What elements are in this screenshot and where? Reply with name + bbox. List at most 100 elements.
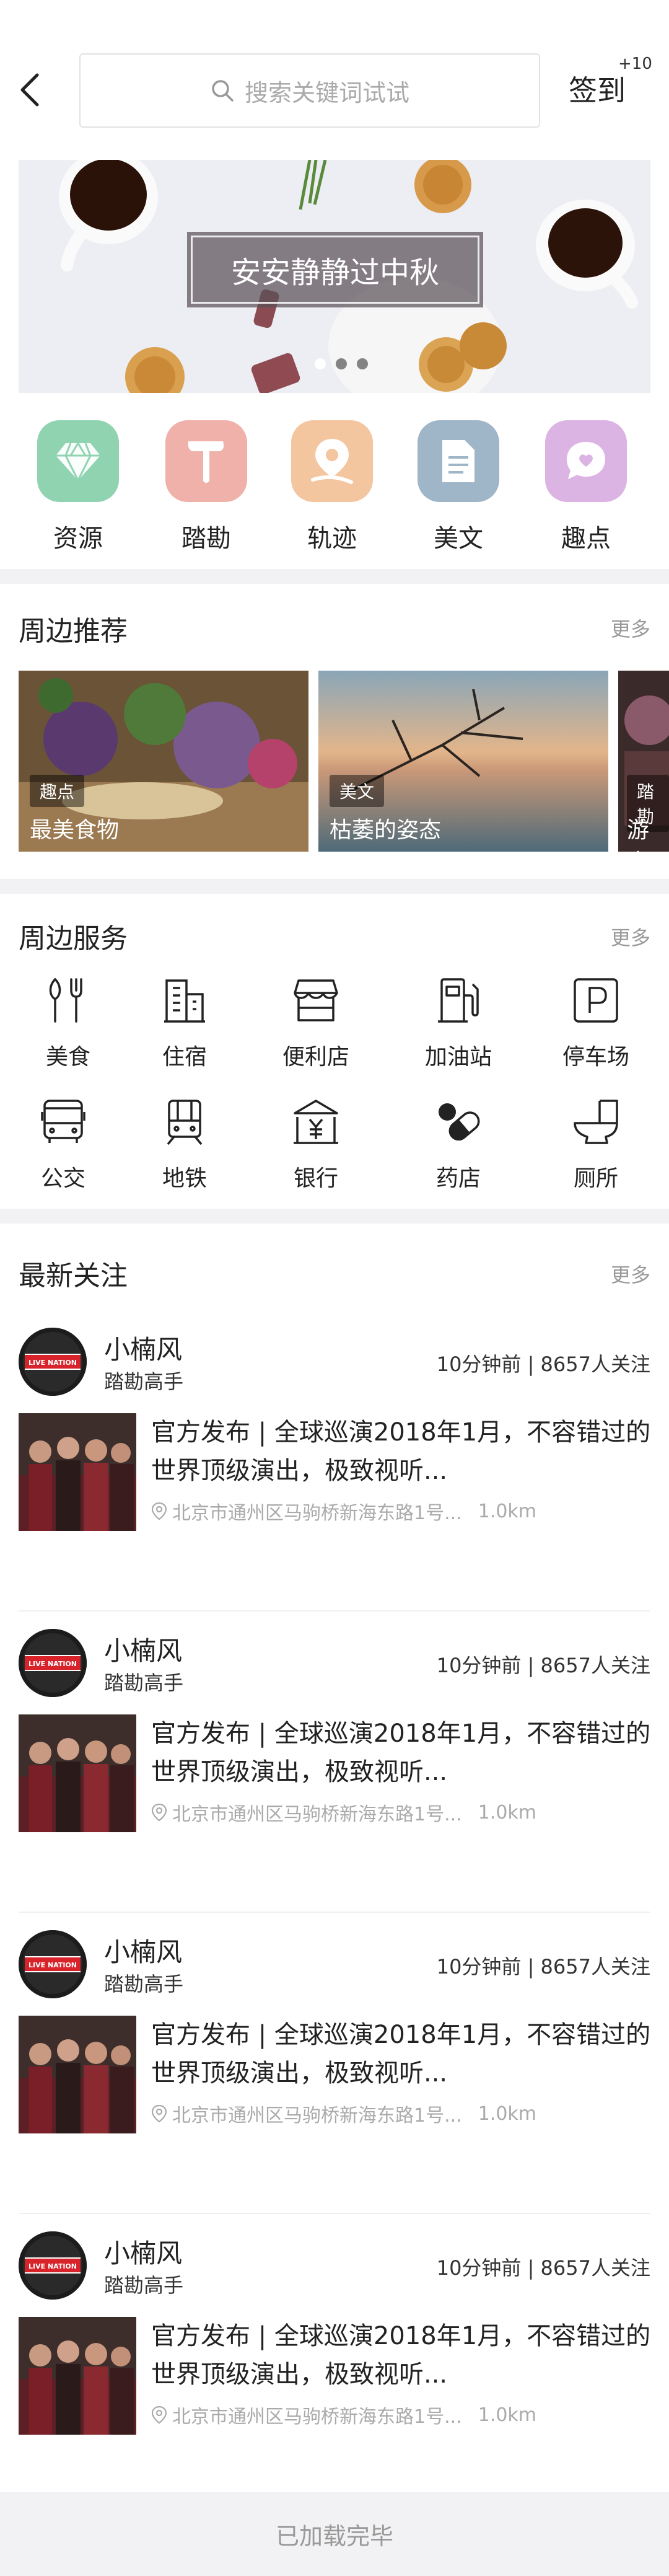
card-tag: 美文 xyxy=(330,775,385,807)
avatar-logo-text: LIVE NATION xyxy=(28,1961,77,1969)
avatar[interactable]: LIVE NATION xyxy=(19,1328,87,1396)
service-bus[interactable]: 公交 xyxy=(14,1097,113,1193)
back-button[interactable] xyxy=(17,71,42,108)
service-pharmacy[interactable]: 药店 xyxy=(409,1097,508,1193)
post-title[interactable]: 官方发布 | 全球巡演2018年1月，不容错过的世界顶级演出，极致视听... xyxy=(151,2016,653,2093)
diamond-icon xyxy=(37,420,119,502)
post-username[interactable]: 小楠风 xyxy=(104,1630,182,1668)
card-title: 枯萎的姿态 xyxy=(330,818,442,843)
location-pin-icon xyxy=(151,2406,167,2424)
post-username[interactable]: 小楠风 xyxy=(104,1329,182,1367)
avatar[interactable]: LIVE NATION xyxy=(19,2231,87,2300)
post-thumbnail[interactable] xyxy=(19,2317,136,2435)
post-title[interactable]: 官方发布 | 全球巡演2018年1月，不容错过的世界顶级演出，极致视听... xyxy=(151,2317,653,2394)
services-more-link[interactable]: 更多 xyxy=(611,922,650,951)
feed-section-title: 最新关注 xyxy=(19,1260,128,1292)
post-user-level: 踏勘高手 xyxy=(104,1972,184,1996)
checkin-points-badge: +10 xyxy=(618,55,652,73)
service-convenience-store[interactable]: 便利店 xyxy=(266,976,365,1071)
avatar[interactable]: LIVE NATION xyxy=(19,1629,87,1697)
post-meta: 10分钟前 | 8657人关注 xyxy=(436,1955,650,1978)
carousel-dot[interactable] xyxy=(357,358,368,369)
category-resources[interactable]: 资源 xyxy=(28,420,128,554)
post-distance: 1.0km xyxy=(478,1801,537,1824)
pill-icon xyxy=(434,1097,483,1147)
category-label: 趣点 xyxy=(561,524,611,553)
heart-chat-icon xyxy=(545,420,627,502)
recommend-card[interactable]: 趣点 最美食物 xyxy=(19,671,308,852)
nearby-more-link[interactable]: 更多 xyxy=(611,614,650,642)
hammer-icon xyxy=(165,420,247,502)
feed-post[interactable]: LIVE NATION 小楠风 踏勘高手 10分钟前 | 8657人关注 官方发… xyxy=(0,1612,669,1913)
post-location: 北京市通州区马驹桥新海东路1号... 1.0km xyxy=(151,2401,536,2428)
post-username[interactable]: 小楠风 xyxy=(104,1931,182,1969)
category-track[interactable]: 轨迹 xyxy=(282,420,382,554)
nearby-section-title: 周边推荐 xyxy=(19,615,128,647)
post-title[interactable]: 官方发布 | 全球巡演2018年1月，不容错过的世界顶级演出，极致视听... xyxy=(151,1714,653,1791)
parking-icon xyxy=(571,976,621,1025)
service-bank[interactable]: 银行 xyxy=(266,1097,365,1193)
section-divider xyxy=(0,569,669,584)
document-icon xyxy=(418,420,499,502)
post-distance: 1.0km xyxy=(478,2102,537,2125)
post-title[interactable]: 官方发布 | 全球巡演2018年1月，不容错过的世界顶级演出，极致视听... xyxy=(151,1413,653,1490)
location-icon xyxy=(291,420,373,502)
card-tag: 趣点 xyxy=(30,775,85,807)
post-distance: 1.0km xyxy=(478,2404,537,2426)
service-food[interactable]: 美食 xyxy=(19,976,118,1071)
post-address: 北京市通州区马驹桥新海东路1号... xyxy=(172,1502,462,1524)
avatar-logo-text: LIVE NATION xyxy=(28,1660,77,1668)
service-label: 停车场 xyxy=(562,1044,629,1070)
recommend-card[interactable]: 踏勘 游走 xyxy=(618,671,669,852)
services-section-title: 周边服务 xyxy=(19,923,128,955)
post-thumbnail[interactable] xyxy=(19,1413,136,1531)
service-hotel[interactable]: 住宿 xyxy=(135,976,234,1071)
category-survey[interactable]: 踏勘 xyxy=(157,420,256,554)
bank-icon xyxy=(291,1097,341,1147)
service-gas-station[interactable]: 加油站 xyxy=(409,976,508,1071)
carousel-dot[interactable] xyxy=(336,358,347,369)
utensils-icon xyxy=(43,976,93,1025)
service-toilet[interactable]: 厕所 xyxy=(546,1097,645,1193)
post-distance: 1.0km xyxy=(478,1500,537,1522)
feed-post[interactable]: LIVE NATION 小楠风 踏勘高手 10分钟前 | 8657人关注 官方发… xyxy=(0,2214,669,2515)
feed-more-link[interactable]: 更多 xyxy=(611,1259,650,1288)
top-bar: 搜索关键词试试 签到 +10 xyxy=(0,0,669,149)
post-thumbnail-image xyxy=(19,2016,136,2133)
service-label: 厕所 xyxy=(573,1166,618,1191)
card-title: 游走 xyxy=(627,818,650,852)
service-parking[interactable]: 停车场 xyxy=(546,976,645,1071)
card-title: 最美食物 xyxy=(30,818,120,843)
search-input[interactable]: 搜索关键词试试 xyxy=(79,53,540,128)
service-label: 便利店 xyxy=(282,1044,349,1070)
location-pin-icon xyxy=(151,1502,167,1520)
checkin-button[interactable]: 签到 xyxy=(569,68,626,109)
bus-icon xyxy=(38,1097,88,1147)
avatar-image: LIVE NATION xyxy=(19,2231,87,2300)
avatar[interactable]: LIVE NATION xyxy=(19,1930,87,1998)
category-articles[interactable]: 美文 xyxy=(409,420,508,554)
feed-post[interactable]: LIVE NATION 小楠风 踏勘高手 10分钟前 | 8657人关注 官方发… xyxy=(0,1913,669,2214)
category-label: 踏勘 xyxy=(181,524,231,553)
post-thumbnail[interactable] xyxy=(19,1714,136,1832)
load-complete-footer: 已加载完毕 xyxy=(0,2492,669,2576)
post-username[interactable]: 小楠风 xyxy=(104,2233,182,2270)
category-points[interactable]: 趣点 xyxy=(536,420,636,554)
avatar-image: LIVE NATION xyxy=(19,1629,87,1697)
service-label: 住宿 xyxy=(162,1044,207,1070)
category-label: 资源 xyxy=(53,524,103,553)
post-user-level: 踏勘高手 xyxy=(104,1671,184,1695)
service-label: 药店 xyxy=(435,1166,481,1191)
building-icon xyxy=(160,976,209,1025)
post-thumbnail-image xyxy=(19,1714,136,1832)
feed-post[interactable]: LIVE NATION 小楠风 踏勘高手 10分钟前 | 8657人关注 官方发… xyxy=(0,1310,669,1612)
service-subway[interactable]: 地铁 xyxy=(135,1097,234,1193)
recommend-card[interactable]: 美文 枯萎的姿态 xyxy=(318,671,608,852)
category-label: 美文 xyxy=(434,524,483,553)
post-user-level: 踏勘高手 xyxy=(104,2274,184,2297)
banner-carousel[interactable]: 安安静静过中秋 xyxy=(19,160,650,393)
post-thumbnail[interactable] xyxy=(19,2016,136,2133)
post-address: 北京市通州区马驹桥新海东路1号... xyxy=(172,2105,462,2127)
location-pin-icon xyxy=(151,2104,167,2123)
carousel-dot-active[interactable] xyxy=(315,358,326,369)
